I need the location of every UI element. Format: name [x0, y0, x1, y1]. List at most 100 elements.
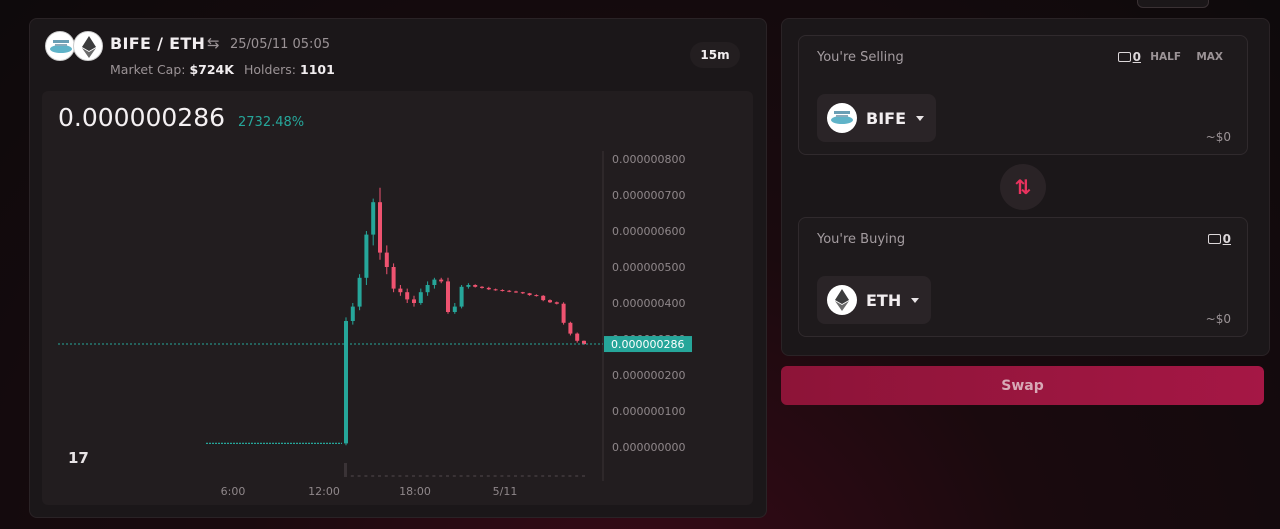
volume-bar [452, 475, 456, 477]
x-tick-label: 18:00 [399, 485, 431, 498]
candle-body [473, 285, 478, 287]
buying-wallet-balance[interactable]: 0 [1207, 232, 1231, 246]
chart-panel: BIFE / ETH ⇆ 25/05/11 05:05 Market Cap: … [29, 18, 767, 518]
volume-bar [459, 475, 463, 477]
selling-token-select[interactable]: BIFE [817, 94, 937, 142]
volume-bar [473, 475, 477, 477]
candle-body [344, 321, 348, 444]
buying-balance-value: 0 [1222, 232, 1231, 246]
candle-body [480, 286, 484, 288]
volume-bar [391, 475, 395, 477]
selling-balance-value: 0 [1132, 50, 1141, 64]
volume-bar [412, 475, 415, 477]
volume-bar [541, 475, 545, 477]
price-chart[interactable]: 0.000000286 2732.48% 0.000000000 0.000000… [42, 91, 753, 505]
pair-name: BIFE / ETH [110, 34, 206, 53]
swap-pair-icon[interactable]: ⇆ [207, 34, 220, 52]
candle-body [357, 277, 362, 307]
top-tab[interactable] [1137, 0, 1209, 8]
candle-body [391, 267, 396, 289]
half-button[interactable]: HALF [1150, 51, 1181, 63]
volume-bar [446, 475, 449, 477]
wallet-icon [1207, 234, 1221, 244]
bife-token-icon [45, 31, 75, 61]
bife-token-icon [827, 103, 857, 133]
candle-body [398, 288, 403, 293]
tradingview-logo[interactable]: 17 [68, 449, 89, 467]
y-tick-label: 0.000000400 [612, 297, 685, 310]
volume-bar [432, 475, 436, 477]
volume-bar [344, 463, 347, 477]
pair-date: 25/05/11 05:05 [230, 37, 330, 52]
pair-icons [45, 31, 105, 63]
holders-label: Holders: [244, 62, 297, 77]
flip-direction-button[interactable]: ⇅ [1000, 164, 1046, 210]
candle-body [541, 295, 546, 301]
max-button[interactable]: MAX [1196, 51, 1223, 63]
holders-value: 1101 [300, 62, 335, 77]
volume-bar [500, 475, 504, 477]
candle-body [500, 290, 505, 292]
volume-bar [418, 475, 422, 477]
current-price-tag: 0.000000286 [611, 338, 684, 351]
buying-token-name: ETH [866, 290, 902, 310]
y-tick-label: 0.000000200 [612, 369, 685, 382]
swap-button[interactable]: Swap [781, 366, 1264, 405]
volume-bar [371, 475, 375, 477]
volume-bar [480, 475, 483, 477]
candle-body [452, 306, 457, 312]
x-tick-label: 6:00 [221, 485, 246, 498]
buying-token-select[interactable]: ETH [817, 276, 932, 324]
candle-body [446, 281, 450, 312]
volume-bar [568, 475, 572, 477]
market-cap-label: Market Cap: [110, 62, 186, 77]
volume-bar [582, 475, 585, 477]
candle-body [575, 333, 580, 341]
candle-body [439, 279, 444, 282]
candle-body [554, 302, 559, 304]
y-tick-label: 0.000000700 [612, 189, 685, 202]
candle-body [486, 287, 491, 290]
wallet-icon [1117, 52, 1131, 62]
volume-bar [378, 475, 381, 477]
volume-bar [575, 475, 579, 477]
selling-wallet-balance[interactable]: 0 [1117, 50, 1141, 64]
candle-body [520, 292, 525, 294]
volume-bar [439, 475, 443, 477]
volume-bar [561, 475, 565, 477]
eth-token-icon [827, 285, 857, 315]
volume-bar [554, 475, 558, 477]
volume-bar [357, 475, 361, 477]
chart-svg: 0.000000000 0.000000100 0.000000200 0.00000… [58, 151, 692, 498]
candle-body [568, 322, 573, 334]
volume-bar [350, 475, 354, 477]
y-tick-label: 0.000000800 [612, 153, 685, 166]
x-tick-label: 12:00 [308, 485, 340, 498]
y-tick-label: 0.000000600 [612, 225, 685, 238]
candle-body [527, 293, 532, 296]
volume-bar [486, 475, 490, 477]
buying-box: You're Buying 0 ETH ~$0 [798, 217, 1248, 337]
candle-body [514, 291, 518, 293]
swap-panel: You're Selling 0 HALF MAX BIFE ~$0 ⇅ You… [781, 18, 1270, 356]
buying-label: You're Buying [817, 232, 906, 247]
volume-bar [507, 475, 511, 477]
buying-usd-value: ~$0 [1205, 312, 1231, 326]
candle-body [459, 286, 464, 307]
timeframe-button[interactable]: 15m [690, 42, 740, 68]
candle-body [371, 202, 376, 235]
candle-body [378, 202, 382, 253]
chevron-down-icon [911, 297, 920, 303]
volume-bar [534, 475, 538, 477]
candle-body [493, 289, 498, 291]
candle-body [507, 290, 512, 292]
selling-usd-value: ~$0 [1205, 130, 1231, 144]
candle-body [350, 306, 355, 321]
candle-body [561, 303, 566, 323]
eth-token-icon [73, 31, 103, 61]
y-tick-label: 0.000000000 [612, 441, 685, 454]
volume-bar [527, 475, 531, 477]
holders: Holders: 1101 [244, 62, 335, 77]
selling-box: You're Selling 0 HALF MAX BIFE ~$0 [798, 35, 1248, 155]
volume-bar [493, 475, 497, 477]
